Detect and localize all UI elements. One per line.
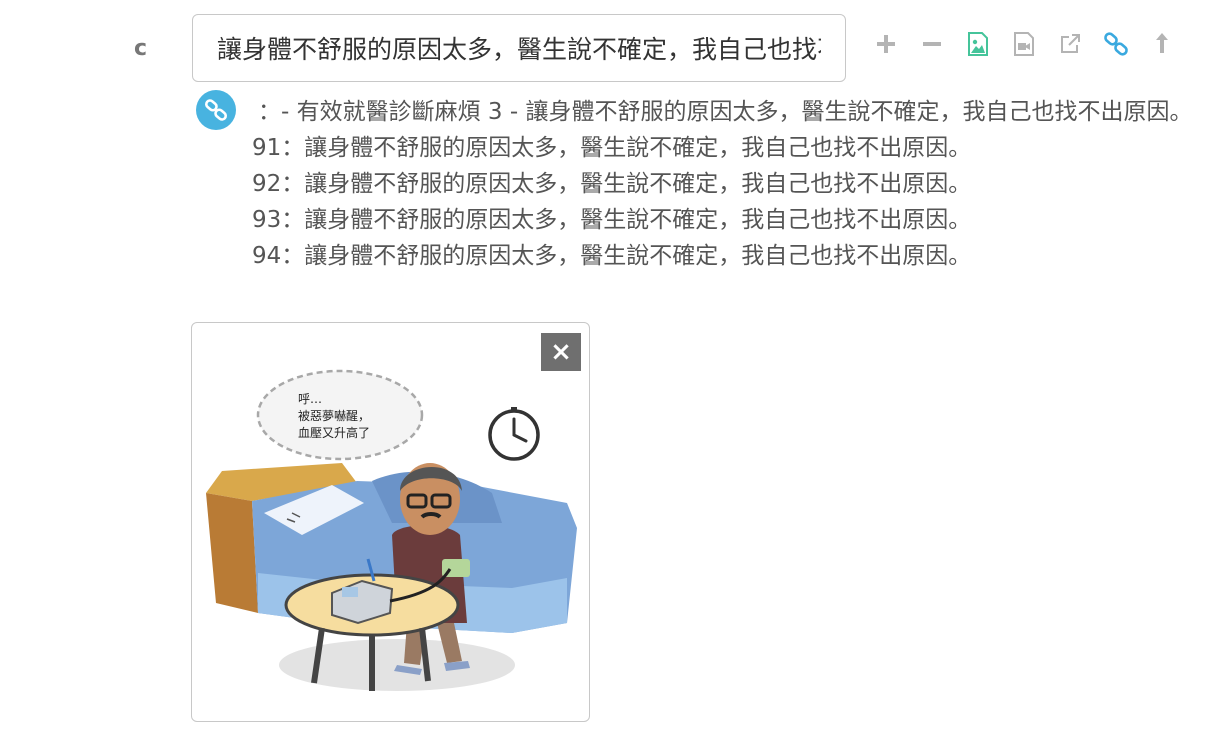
image-card: 呼… 被惡夢嚇醒， 血壓又升高了 × [191,322,590,722]
add-video-button[interactable] [1008,28,1040,60]
add-button[interactable] [870,28,902,60]
link-button[interactable] [1100,28,1132,60]
bubble-line: 呼… [298,392,322,406]
open-external-button[interactable] [1054,28,1086,60]
content-line: 92：讓身體不舒服的原因太多，醫生說不確定，我自己也找不出原因。 [252,171,972,197]
plus-icon [877,35,895,53]
remove-button[interactable] [916,28,948,60]
content-line: 94：讓身體不舒服的原因太多，醫生說不確定，我自己也找不出原因。 [252,243,972,269]
sentence-input[interactable] [192,14,846,82]
clock-icon [488,407,540,461]
toolbar [870,28,1178,60]
link-icon [204,99,228,121]
content-header: ：- 有效就醫診斷麻煩 3 - 讓身體不舒服的原因太多，醫生說不確定，我自己也找… [258,99,1193,125]
bubble-line: 血壓又升高了 [298,425,370,440]
upload-arrow-icon [1156,33,1168,53]
minus-icon [923,42,941,46]
video-file-icon [1014,32,1034,56]
upload-button[interactable] [1146,28,1178,60]
image-icon [968,32,988,56]
row-label: c [134,36,148,61]
sentence-content: ：- 有效就醫診斷麻煩 3 - 讓身體不舒服的原因太多，醫生說不確定，我自己也找… [252,94,1212,274]
content-line: 93：讓身體不舒服的原因太多，醫生說不確定，我自己也找不出原因。 [252,207,972,233]
external-link-icon [1061,34,1080,53]
add-image-button[interactable] [962,28,994,60]
close-button[interactable]: × [541,333,581,371]
link-badge[interactable] [196,90,236,130]
content-line: 91：讓身體不舒服的原因太多，醫生說不確定，我自己也找不出原因。 [252,135,972,161]
link-icon [1104,32,1128,56]
illustration: 呼… 被惡夢嚇醒， 血壓又升高了 [206,369,577,691]
bubble-line: 被惡夢嚇醒， [298,409,370,423]
